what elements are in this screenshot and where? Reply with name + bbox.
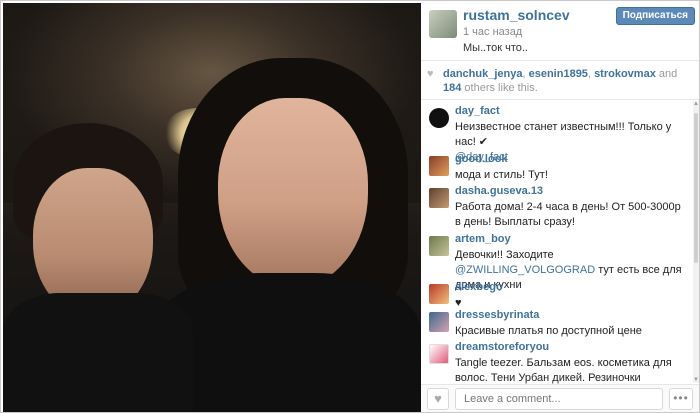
post-side-panel: rustam_solncev 1 час назад Мы..ток что..… (421, 3, 699, 412)
comment-item: dasha.guseva.13 Работа дома! 2-4 часа в … (421, 185, 689, 231)
more-options-button[interactable]: ••• (669, 388, 693, 410)
likes-count[interactable]: 184 (443, 82, 461, 94)
comment-item: good.look мода и стиль! Тут! (421, 153, 689, 183)
owner-avatar[interactable] (429, 10, 457, 38)
commenter-avatar[interactable] (429, 284, 449, 304)
commenter-username[interactable]: dreamstoreforyou (455, 341, 549, 353)
post-time: 1 час назад (463, 26, 523, 38)
comment-list: day_fact Неизвестное станет известным!!!… (421, 103, 693, 384)
owner-username[interactable]: rustam_solncev (463, 7, 570, 23)
commenter-avatar[interactable] (429, 344, 449, 364)
commenter-avatar[interactable] (429, 156, 449, 176)
commenter-avatar[interactable] (429, 108, 449, 128)
commenter-username[interactable]: alexbego (455, 281, 503, 293)
scrollbar-thumb[interactable] (694, 113, 698, 263)
liker-link[interactable]: danchuk_jenya (443, 68, 522, 80)
commenter-username[interactable]: artem_boy (455, 233, 511, 245)
likes-suffix: others like this. (464, 82, 538, 94)
comment-mention[interactable]: @ZWILLING_VOLGOGRAD (455, 264, 595, 276)
liker-link[interactable]: strokovmax (594, 68, 656, 80)
comment-item: day_fact Неизвестное станет известным!!!… (421, 105, 689, 163)
post-photo[interactable] (3, 3, 421, 412)
post-header: rustam_solncev 1 час назад Мы..ток что..… (421, 3, 699, 61)
commenter-avatar[interactable] (429, 236, 449, 256)
photo-person-right-face (218, 98, 368, 288)
commenter-username[interactable]: dasha.guseva.13 (455, 185, 543, 197)
likes-connector: and (658, 68, 678, 80)
commenter-avatar[interactable] (429, 188, 449, 208)
comments-scrollbar[interactable]: ▲ ▼ (693, 101, 699, 383)
comment-body: Девочки!! Заходите (455, 249, 554, 261)
instagram-post-window: rustam_solncev 1 час назад Мы..ток что..… (0, 0, 700, 413)
comment-item: alexbego ♥ (421, 281, 689, 309)
comment-text: Красивые платья по доступной цене (455, 325, 642, 337)
commenter-username[interactable]: day_fact (455, 105, 500, 117)
commenter-avatar[interactable] (429, 312, 449, 332)
comment-item: dressesbyrinata Красивые платья по досту… (421, 309, 689, 339)
heart-icon: ♥ (427, 68, 434, 80)
like-button[interactable]: ♥ (427, 388, 449, 410)
comment-footer: ♥ ••• (421, 384, 699, 412)
comment-text: Работа дома! 2-4 часа в день! От 500-300… (455, 201, 681, 228)
liker-link[interactable]: esenin1895 (529, 68, 588, 80)
comment-text: Tangle teezer. Бальзам eos. косметика дл… (455, 357, 672, 384)
heart-icon: ♥ (434, 391, 442, 406)
photo-person-right-shirt (153, 273, 421, 412)
comment-input[interactable] (455, 388, 663, 410)
photo-person-left-shirt (3, 293, 193, 412)
commenter-username[interactable]: dressesbyrinata (455, 309, 539, 321)
scroll-up-icon[interactable]: ▲ (693, 101, 699, 107)
comment-item: artem_boy Девочки!! Заходите @ZWILLING_V… (421, 233, 689, 291)
comment-text: мода и стиль! Тут! (455, 169, 548, 181)
likes-text: danchuk_jenya, esenin1895, strokovmax an… (443, 68, 678, 94)
comment-item: dreamstoreforyou Tangle teezer. Бальзам … (421, 341, 689, 384)
post-caption: Мы..ток что.. (463, 42, 528, 54)
follow-button[interactable]: Подписаться (615, 7, 695, 25)
likes-summary: ♥ danchuk_jenya, esenin1895, strokovmax … (421, 62, 699, 100)
comment-body: Неизвестное станет известным!!! Только у… (455, 121, 672, 148)
commenter-username[interactable]: good.look (455, 153, 508, 165)
scroll-down-icon[interactable]: ▼ (693, 377, 699, 383)
